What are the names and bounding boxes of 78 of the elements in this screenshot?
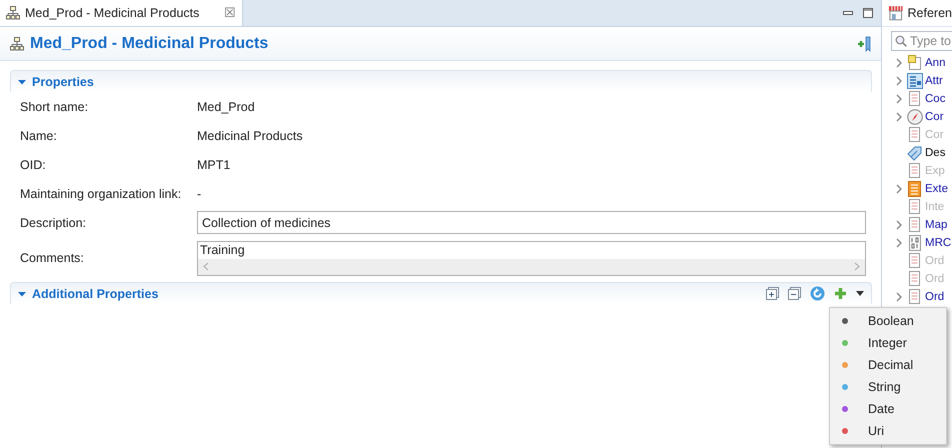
tree-item-label: Ord [925,291,944,303]
expand-chevron-icon[interactable] [895,94,903,104]
search-icon [895,35,907,47]
expand-chevron-icon[interactable] [895,292,903,302]
field-label: Maintaining organization link: [20,186,182,200]
field-label: Description: [20,216,87,230]
panel-title: Referen [908,6,952,20]
tree-item-label: Exte [925,183,948,195]
tree-item-label: Ord [925,255,944,267]
field-label: OID: [20,158,47,172]
add-icon[interactable] [834,287,847,300]
horizontal-scrollbar[interactable] [198,258,865,274]
maximize-icon[interactable] [863,8,873,18]
expand-all-icon [766,287,779,300]
tree-item-label: Exp [925,165,945,177]
expand-triangle-icon[interactable] [18,290,26,298]
tree-item-label: Ann [925,57,946,69]
field-value: - [197,186,202,200]
document-icon [907,91,923,107]
field-label: Name: [20,128,58,142]
document-icon [907,181,923,197]
scroll-left-icon [203,262,209,271]
expand-chevron-icon[interactable] [895,220,903,230]
tag-icon [907,145,923,161]
tree-item-label: Ord [925,273,944,285]
close-icon[interactable]: ☒ [224,5,236,20]
document-icon [907,271,923,287]
refresh-icon[interactable] [810,286,825,301]
tree-item-label: Cor [925,111,944,123]
tree-item-label: Cor [925,129,944,141]
tree-item-label: Attr [925,75,943,87]
hierarchy-icon [6,6,20,20]
expand-chevron-icon[interactable] [895,112,903,122]
compass-icon [907,109,923,125]
expand-chevron-icon[interactable] [895,58,903,68]
field-value: Med_Prod [197,100,256,114]
comments-field[interactable]: Training [197,240,866,276]
menu-item[interactable]: Date [830,398,946,420]
tree-item-label: Des [925,147,946,159]
editor-title: Med_Prod - Medicinal Products [30,34,268,52]
tree-item-label: Inte [925,201,944,213]
menu-item[interactable]: Uri [830,420,946,442]
document-icon [907,163,923,179]
binary-file-icon [907,235,923,251]
document-icon [907,289,923,305]
document-icon [907,127,923,143]
tree-item-label: MRC [925,237,952,249]
expand-chevron-icon[interactable] [895,238,903,248]
menu-item[interactable]: String [830,376,946,398]
section-title[interactable]: Additional Properties [32,286,158,300]
note-icon [907,55,923,71]
document-icon [907,217,923,233]
tree-item-label: Coc [925,93,946,105]
dropdown-caret-icon[interactable] [856,291,864,296]
description-field[interactable]: Collection of medicines [197,211,866,234]
editor-tab[interactable]: Med_Prod - Medicinal Products ☒ [0,0,243,26]
shop-icon [888,5,904,21]
add-bookmark-icon[interactable] [857,36,871,52]
minimize-icon[interactable] [843,10,853,14]
tree-item-label: Map [925,219,948,231]
table-icon [907,73,923,89]
scroll-right-icon [854,262,860,271]
field-label: Comments: [20,251,85,265]
field-value: MPT1 [197,158,232,172]
expand-chevron-icon[interactable] [895,184,903,194]
menu-item[interactable]: Boolean [830,310,946,332]
expand-triangle-icon[interactable] [18,78,26,86]
document-icon [907,253,923,269]
menu-item[interactable]: Integer [830,332,946,354]
collapse-all-icon [788,287,801,300]
search-field[interactable]: Type to [891,31,952,51]
field-value: Medicinal Products [197,128,304,142]
hierarchy-icon [10,36,24,50]
document-icon [907,199,923,215]
menu-item[interactable]: Decimal [830,354,946,376]
section-title[interactable]: Properties [32,74,94,88]
field-label: Short name: [20,100,90,114]
expand-chevron-icon[interactable] [895,76,903,86]
